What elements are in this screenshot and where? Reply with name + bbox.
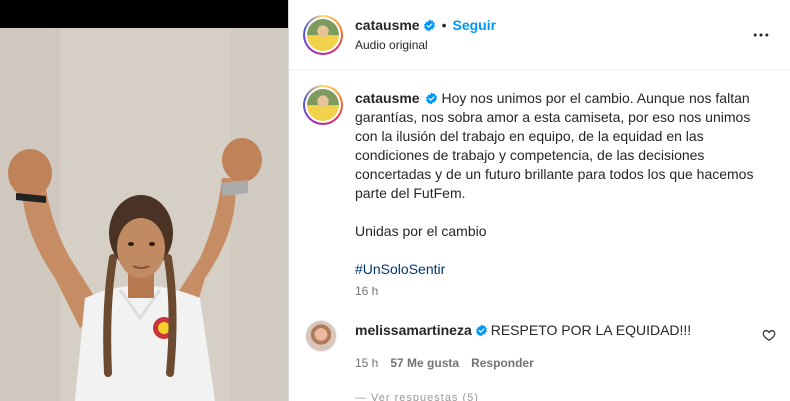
- comment-username[interactable]: melissamartineza: [355, 322, 472, 338]
- author-avatar[interactable]: [303, 15, 343, 55]
- commenter-avatar[interactable]: [305, 320, 337, 352]
- post-media[interactable]: [0, 0, 288, 401]
- author-username[interactable]: catausme: [355, 17, 420, 33]
- comment-likes[interactable]: 57 Me gusta: [390, 356, 459, 370]
- caption-line-unidas: Unidas por el cambio: [355, 223, 487, 239]
- audio-label[interactable]: Audio original: [355, 38, 428, 52]
- caption-timestamp[interactable]: 16 h: [355, 284, 378, 298]
- caption-username[interactable]: catausme: [355, 90, 420, 106]
- media-top-bar: [0, 0, 288, 28]
- post-photo: [0, 28, 288, 401]
- view-replies-link[interactable]: — Ver respuestas (5): [355, 392, 479, 401]
- caption-text: Hoy nos unimos por el cambio. Aunque nos…: [355, 90, 754, 201]
- post-caption: catausme Hoy nos unimos por el cambio. A…: [355, 89, 765, 279]
- follow-button[interactable]: Seguir: [453, 17, 497, 33]
- verified-badge-icon: [423, 19, 435, 31]
- comment-meta: 15 h 57 Me gusta Responder: [355, 356, 534, 370]
- verified-badge-icon: [475, 324, 487, 337]
- heart-icon[interactable]: [762, 328, 776, 342]
- post-details-panel: catausme • Seguir Audio original catausm…: [288, 0, 790, 401]
- comment-text: RESPETO POR LA EQUIDAD!!!: [490, 322, 692, 338]
- hashtag-link[interactable]: #UnSoloSentir: [355, 261, 445, 277]
- separator-dot: •: [441, 17, 447, 33]
- caption-author-avatar[interactable]: [303, 85, 343, 125]
- more-options-icon[interactable]: [751, 25, 771, 45]
- comment-timestamp[interactable]: 15 h: [355, 356, 378, 370]
- verified-badge-icon: [425, 92, 437, 105]
- comment: melissamartineza RESPETO POR LA EQUIDAD!…: [355, 322, 745, 338]
- reply-button[interactable]: Responder: [471, 356, 534, 370]
- post-header: catausme • Seguir Audio original: [289, 0, 790, 70]
